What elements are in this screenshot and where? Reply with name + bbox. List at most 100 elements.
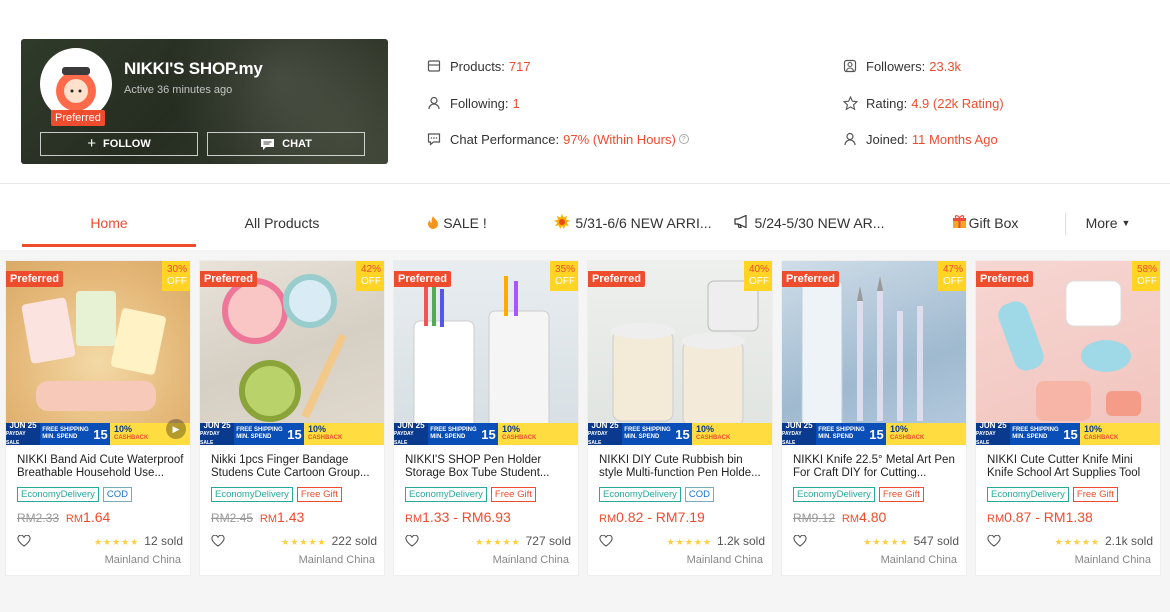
product-image[interactable]: Preferred 30% OFF JUN 25 PAYDAY SALE FREE … — [6, 261, 190, 445]
product-location: Mainland China — [298, 554, 375, 566]
rating-stars-icon: ★★★★★ — [475, 537, 521, 547]
follow-label: FOLLOW — [103, 138, 151, 150]
product-tags: EconomyDelivery COD — [599, 487, 715, 502]
discount-badge: 40% OFF — [744, 261, 772, 291]
product-card[interactable]: Preferred 40% OFF JUN 25 PAYDAY SALE FREE … — [587, 260, 773, 576]
sold-count: 2.1k sold — [1104, 534, 1153, 548]
joined-value: 11 Months Ago — [911, 131, 998, 147]
payday-banner: JUN 25 PAYDAY SALE FREE SHIPPING MIN. SPEN… — [394, 421, 578, 445]
product-tag: Free Gift — [1072, 487, 1118, 502]
product-card[interactable]: Preferred 47% OFF JUN 25 PAYDAY SALE FREE … — [781, 260, 967, 576]
caret-down-icon: ▼ — [1121, 218, 1131, 228]
heart-icon[interactable] — [793, 535, 807, 547]
chat-button[interactable]: CHAT — [207, 132, 365, 156]
products-count: 717 — [508, 58, 531, 74]
payday-banner: JUN 25 PAYDAY SALE FREE SHIPPING MIN. SPEN… — [6, 421, 190, 445]
shop-card: Preferred NIKKI'S SHOP.my Active 36 minu… — [21, 39, 388, 164]
rating-stars-icon: ★★★★★ — [666, 537, 712, 547]
discount-badge: 42% OFF — [356, 261, 384, 291]
original-price: RM2.33 — [17, 511, 60, 525]
product-tag: EconomyDelivery — [405, 487, 487, 502]
product-card[interactable]: Preferred 35% OFF JUN 25 PAYDAY SALE FREE … — [393, 260, 579, 576]
tab-all-products[interactable]: All Products — [196, 197, 368, 249]
tab-new-arrivals-1[interactable]: 5/31-6/6 NEW ARRI... — [546, 197, 720, 249]
sold-count: 547 sold — [913, 534, 959, 548]
product-price: RM2.45 RM1.43 — [211, 509, 305, 525]
product-title[interactable]: NIKKI Knife 22.5° Metal Art Pen For Craf… — [793, 454, 963, 481]
product-price: RM1.33 - RM6.93 — [405, 509, 511, 525]
payday-banner: JUN 25 PAYDAY SALE FREE SHIPPING MIN. SPEN… — [976, 421, 1160, 445]
preferred-label: Preferred — [976, 271, 1033, 287]
avatar-illustration — [43, 51, 109, 117]
product-title[interactable]: NIKKI Band Aid Cute Waterproof Breathabl… — [17, 454, 187, 481]
heart-icon[interactable] — [987, 535, 1001, 547]
chat-icon — [261, 138, 275, 150]
product-card[interactable]: Preferred 58% OFF JUN 25 PAYDAY SALE FREE … — [975, 260, 1161, 576]
product-price: RM0.87 - RM1.38 — [987, 509, 1093, 525]
gift-icon — [952, 214, 967, 232]
follow-button[interactable]: + FOLLOW — [40, 132, 198, 156]
product-tags: EconomyDelivery COD — [17, 487, 133, 502]
preferred-label: Preferred — [394, 271, 451, 287]
product-card[interactable]: Preferred 30% OFF JUN 25 PAYDAY SALE FREE … — [5, 260, 191, 576]
user-joined-icon — [842, 131, 858, 147]
product-image[interactable]: Preferred 40% OFF JUN 25 PAYDAY SALE FREE … — [588, 261, 772, 445]
followers-count: 23.3k — [929, 58, 962, 74]
product-location: Mainland China — [686, 554, 763, 566]
tab-new-arrivals-2[interactable]: 5/24-5/30 NEW AR... — [722, 197, 896, 249]
product-tag: COD — [684, 487, 715, 502]
chat-bubble-icon — [426, 131, 442, 147]
product-location: Mainland China — [492, 554, 569, 566]
product-price: RM9.12 RM4.80 — [793, 509, 887, 525]
product-price: RM2.33 RM1.64 — [17, 509, 111, 525]
sold-count: 727 sold — [525, 534, 571, 548]
heart-icon[interactable] — [599, 535, 613, 547]
flame-icon — [427, 215, 439, 232]
product-meta: ★★★★★ 727 sold — [405, 534, 571, 548]
heart-icon[interactable] — [211, 535, 225, 547]
product-image[interactable]: Preferred 58% OFF JUN 25 PAYDAY SALE FREE … — [976, 261, 1160, 445]
product-title[interactable]: Nikki 1pcs Finger Bandage Studens Cute C… — [211, 454, 381, 481]
shop-active-status: Active 36 minutes ago — [124, 84, 233, 96]
product-title[interactable]: NIKKI'S SHOP Pen Holder Storage Box Tube… — [405, 454, 575, 481]
product-tags: EconomyDelivery Free Gift — [405, 487, 536, 502]
product-image[interactable]: Preferred 42% OFF JUN 25 PAYDAY SALE FREE … — [200, 261, 384, 445]
heart-icon[interactable] — [17, 535, 31, 547]
help-icon[interactable]: ? — [678, 134, 689, 144]
product-tag: EconomyDelivery — [599, 487, 681, 502]
product-title[interactable]: NIKKI Cute Cutter Knife Mini Knife Schoo… — [987, 454, 1157, 481]
sold-count: 1.2k sold — [716, 534, 765, 548]
chat-label: CHAT — [282, 138, 312, 150]
product-tag: Free Gift — [296, 487, 342, 502]
product-card[interactable]: Preferred 42% OFF JUN 25 PAYDAY SALE FREE … — [199, 260, 385, 576]
product-tags: EconomyDelivery Free Gift — [793, 487, 924, 502]
stat-followers: Followers: 23.3k — [842, 58, 961, 74]
product-price: RM0.82 - RM7.19 — [599, 509, 705, 525]
tab-more[interactable]: More ▼ — [1076, 197, 1140, 249]
star-outline-icon — [842, 95, 858, 111]
product-tag: Free Gift — [490, 487, 536, 502]
discount-badge: 35% OFF — [550, 261, 578, 291]
product-location: Mainland China — [1074, 554, 1151, 566]
rating-stars-icon: ★★★★★ — [863, 537, 909, 547]
stat-chat-performance: Chat Performance: 97% (Within Hours) ? — [426, 131, 689, 147]
product-meta: ★★★★★ 222 sold — [211, 534, 377, 548]
tab-home[interactable]: Home — [22, 197, 196, 249]
followers-icon — [842, 58, 858, 74]
tab-sale[interactable]: SALE ! — [372, 197, 542, 249]
shop-header: Preferred NIKKI'S SHOP.my Active 36 minu… — [0, 0, 1170, 184]
product-image[interactable]: Preferred 35% OFF JUN 25 PAYDAY SALE FREE … — [394, 261, 578, 445]
payday-banner: JUN 25 PAYDAY SALE FREE SHIPPING MIN. SPEN… — [200, 421, 384, 445]
product-meta: ★★★★★ 547 sold — [793, 534, 959, 548]
product-title[interactable]: NIKKI DIY Cute Rubbish bin style Multi-f… — [599, 454, 769, 481]
product-location: Mainland China — [880, 554, 957, 566]
product-tag: EconomyDelivery — [793, 487, 875, 502]
tab-gift-box[interactable]: Gift Box — [898, 197, 1072, 249]
play-video-icon[interactable]: ▶ — [166, 419, 186, 439]
preferred-badge: Preferred — [51, 110, 105, 126]
heart-icon[interactable] — [405, 535, 419, 547]
rating-stars-icon: ★★★★★ — [281, 537, 327, 547]
product-tag: EconomyDelivery — [17, 487, 99, 502]
product-image[interactable]: Preferred 47% OFF JUN 25 PAYDAY SALE FREE … — [782, 261, 966, 445]
chat-performance-value: 97% (Within Hours) — [563, 131, 676, 147]
